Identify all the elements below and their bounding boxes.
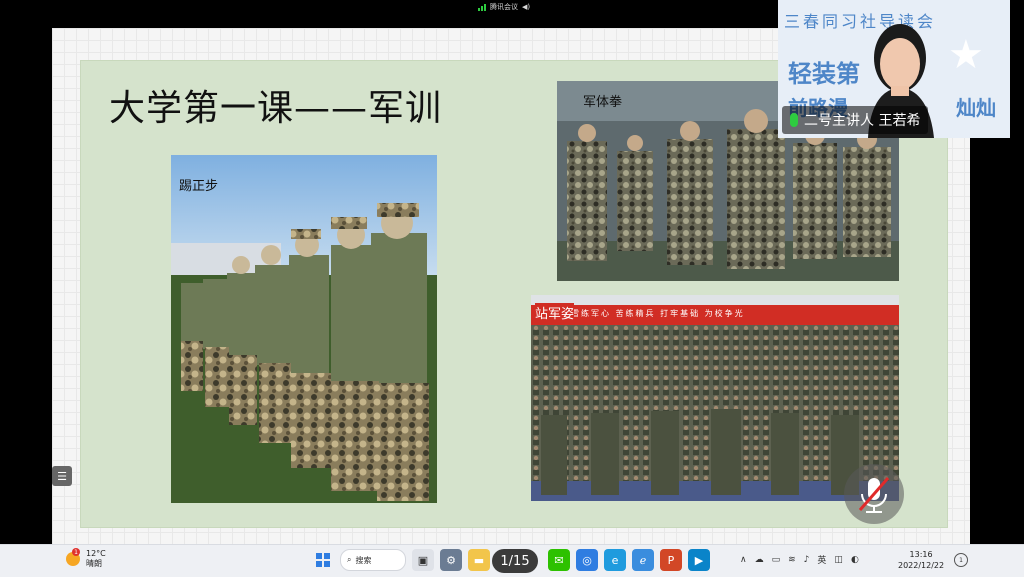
system-tray: ∧ ☁ ▭ ≋ ♪ 英 ◫ ◐ — [740, 553, 859, 567]
tray-chevron-up-icon[interactable]: ∧ — [740, 555, 747, 565]
tencent-meeting-icon[interactable]: ◎ — [576, 549, 598, 571]
tray-mic-icon[interactable]: ♪ — [804, 555, 810, 565]
taskbar-search-box[interactable]: ⌕ 搜索 — [340, 549, 406, 571]
participant-video-tile[interactable]: 三春同习社导读会 轻装第 前路漫 灿灿 ★ 二号主讲人 王若希 — [778, 0, 1010, 138]
clock-date: 2022/12/22 — [898, 561, 945, 570]
speaker-icon: ◀) — [522, 3, 531, 11]
tray-volume-icon[interactable]: ◐ — [851, 555, 859, 565]
system-clock[interactable]: 13:16 2022/12/22 — [898, 549, 944, 571]
mic-muted-button[interactable] — [844, 464, 904, 524]
weather-sun-icon: 1 — [66, 548, 80, 566]
meeting-app-name: 腾讯会议 — [490, 3, 518, 11]
file-explorer-icon[interactable]: ▬ — [468, 549, 490, 571]
microphone-icon — [790, 113, 798, 127]
search-icon: ⌕ — [347, 555, 352, 564]
weather-widget[interactable]: 1 12°C 晴朗 — [66, 548, 106, 569]
settings-gear-icon[interactable]: ⚙ — [440, 549, 462, 571]
windows-start-icon[interactable] — [312, 549, 334, 571]
browser-edge-icon[interactable]: e — [604, 549, 626, 571]
signal-icon — [478, 3, 486, 11]
banner-slogan: 雪练军心 苦练精兵 打牢基础 为校争光 — [571, 309, 745, 318]
taskbar-apps: ⌕ 搜索 ▣ ⚙ ▬ — [312, 549, 490, 571]
weather-description: 晴朗 — [86, 559, 102, 568]
photo-goose-step: 踢正步 — [171, 155, 437, 503]
tray-input-icon[interactable]: ◫ — [834, 555, 843, 565]
slide-title: 大学第一课——军训 — [109, 88, 443, 129]
tray-ime-label[interactable]: 英 — [817, 553, 826, 566]
tray-wifi-icon[interactable]: ≋ — [788, 555, 796, 565]
caption-standing-posture: 站军姿 — [535, 303, 575, 322]
windows-taskbar: 1 12°C 晴朗 ⌕ 搜索 ▣ ⚙ ▬ 1/15 ✉ ◎ e ℯ P ▶ ∧ … — [0, 544, 1024, 577]
caption-military-boxing: 军体拳 — [583, 95, 623, 110]
weather-temperature: 12°C — [86, 549, 106, 558]
speaker-name: 二号主讲人 王若希 — [804, 113, 921, 129]
task-view-icon[interactable]: ▣ — [412, 549, 434, 571]
taskbar-apps-right: ✉ ◎ e ℯ P ▶ — [548, 549, 710, 571]
ie-icon[interactable]: ℯ — [632, 549, 654, 571]
clock-time: 13:16 — [909, 550, 933, 559]
wechat-icon[interactable]: ✉ — [548, 549, 570, 571]
meeting-title[interactable]: 腾讯会议 ◀) — [478, 2, 530, 12]
side-panel-toggle[interactable]: ☰ — [52, 466, 72, 486]
media-app-icon[interactable]: ▶ — [688, 549, 710, 571]
search-label: 搜索 — [355, 555, 372, 565]
caption-goose-step: 踢正步 — [179, 179, 219, 194]
mic-muted-icon — [858, 477, 890, 513]
powerpoint-icon[interactable]: P — [660, 549, 682, 571]
page-indicator[interactable]: 1/15 — [492, 549, 538, 573]
weather-badge: 1 — [72, 548, 80, 556]
tray-display-icon[interactable]: ▭ — [772, 555, 781, 565]
speaker-name-tag: 二号主讲人 王若希 — [782, 106, 929, 134]
tray-cloud-icon[interactable]: ☁ — [755, 555, 764, 565]
goose-step-image — [171, 155, 437, 503]
notification-icon[interactable]: 1 — [954, 553, 968, 567]
